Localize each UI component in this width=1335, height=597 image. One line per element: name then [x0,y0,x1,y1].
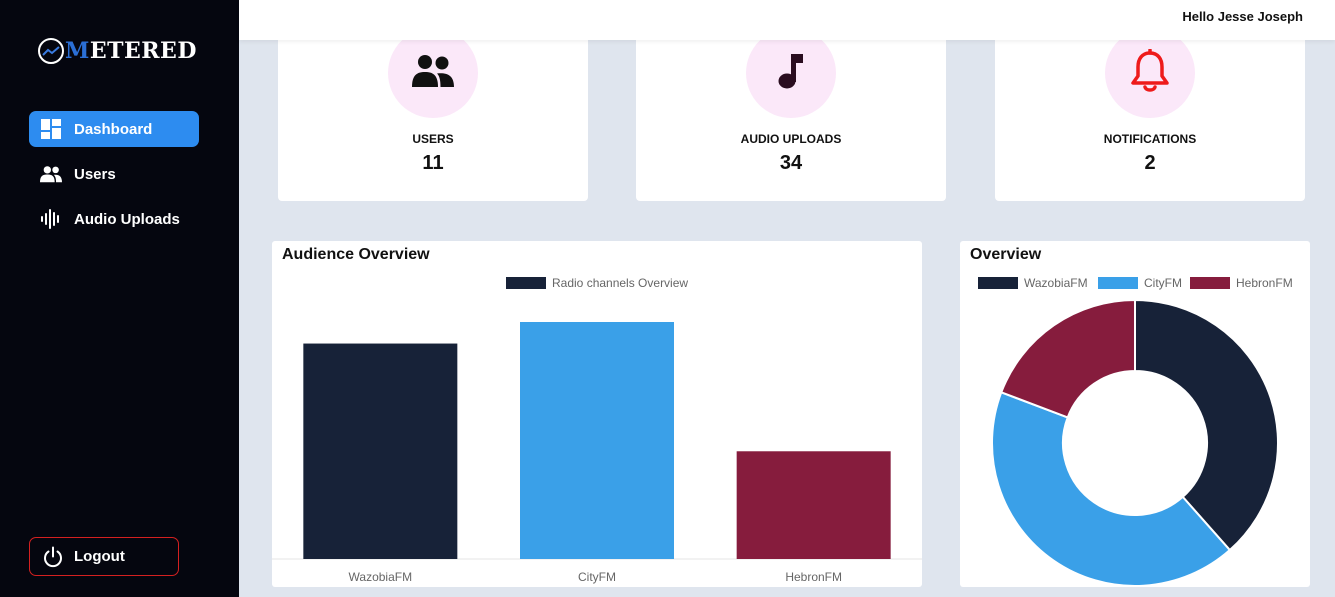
x-tick-label: CityFM [578,570,616,584]
users-icon [412,54,454,93]
stat-icon-circle [746,28,836,118]
trend-line-icon [38,38,64,64]
sidebar-item-dashboard[interactable]: Dashboard [29,111,199,147]
sidebar-item-label: Dashboard [74,120,153,138]
audio-wave-icon [40,208,62,230]
stat-card-users: USERS 11 [278,20,588,201]
logo-text: METERED [65,38,197,64]
sidebar-item-label: Audio Uploads [74,210,180,228]
user-greeting: Hello Jesse Joseph [1182,9,1303,24]
doughnut-chart [991,298,1279,587]
app-logo[interactable]: METERED [38,38,197,64]
bar-cityfm[interactable] [520,322,674,559]
sidebar-nav: Dashboard Users Audio Uploads [29,111,199,246]
bar-hebronfm[interactable] [736,451,891,559]
bar-chart: WazobiaFM CityFM HebronFM [272,322,922,584]
power-icon [42,546,64,568]
x-tick-label: HebronFM [785,570,842,584]
sidebar-item-label: Users [74,165,116,183]
logout-label: Logout [74,548,125,565]
logout-button[interactable]: Logout [29,537,179,576]
stat-value: 34 [779,152,803,174]
overview-panel: Overview WazobiaFM CityFM HebronFM [960,241,1310,587]
sidebar-item-audio-uploads[interactable]: Audio Uploads [29,201,199,237]
top-bar: Hello Jesse Joseph [239,0,1335,40]
stat-value: 2 [1144,152,1156,174]
stat-label: USERS [412,132,454,146]
stat-icon-circle [388,28,478,118]
dashboard-icon [40,118,62,140]
stat-card-notifications: NOTIFICATIONS 2 [995,20,1305,201]
stat-label: AUDIO UPLOADS [740,132,842,146]
audience-overview-panel: Audience Overview Radio channels Overvie… [272,241,922,587]
stat-icon-circle [1105,28,1195,118]
stat-label: NOTIFICATIONS [1103,132,1197,146]
slice-hebronfm[interactable] [1000,298,1136,419]
bar-wazobiafm[interactable] [303,343,458,559]
users-icon [40,163,62,185]
sidebar-item-users[interactable]: Users [29,156,199,192]
sidebar: METERED Dashboard Users Audio Uploads Lo… [0,0,239,597]
x-tick-label: WazobiaFM [349,570,413,584]
stat-value: 11 [422,152,444,174]
stat-card-audio-uploads: AUDIO UPLOADS 34 [636,20,946,201]
music-note-icon [777,52,805,95]
bell-icon [1130,47,1170,98]
